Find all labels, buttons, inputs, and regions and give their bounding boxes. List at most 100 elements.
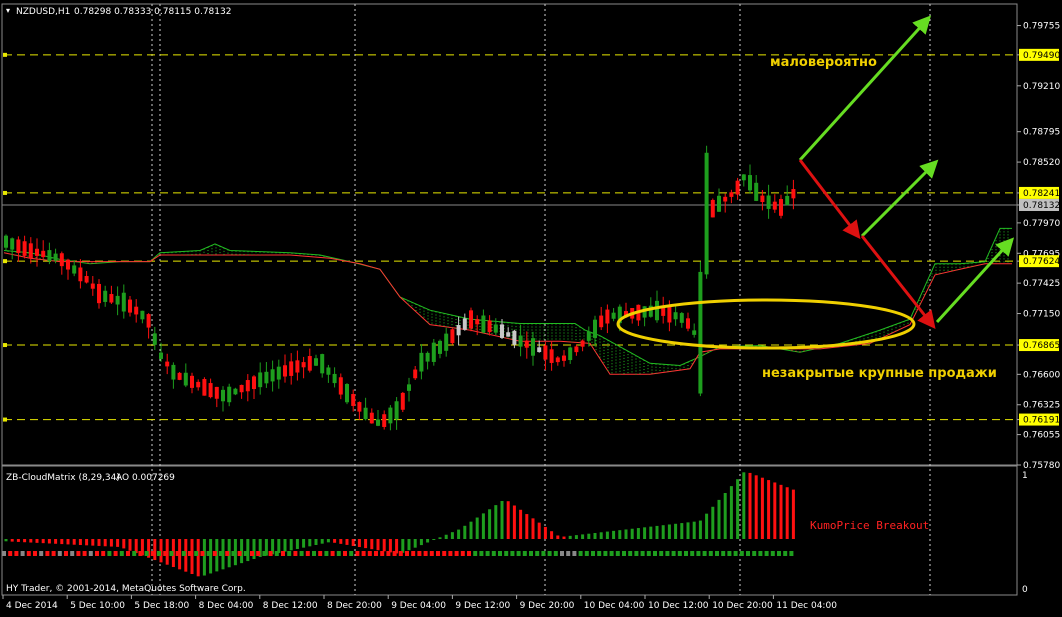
signal-dot	[101, 551, 106, 556]
candle-body	[419, 352, 424, 372]
signal-dot	[2, 551, 6, 556]
histogram-bar	[568, 535, 572, 539]
signal-dot	[566, 551, 571, 556]
price-tick-label: 0.78132	[1023, 201, 1060, 211]
histogram-bar	[10, 539, 14, 542]
signal-dot	[163, 551, 168, 556]
candle-body	[611, 312, 616, 319]
histogram-bar	[432, 539, 436, 540]
signal-dot	[243, 551, 248, 556]
candle-body	[72, 265, 77, 274]
signal-dot	[609, 551, 614, 556]
chart-menu-icon[interactable]: ▾	[6, 6, 10, 15]
histogram-bar	[605, 531, 609, 539]
candle-body	[22, 241, 27, 256]
signal-dot	[144, 551, 149, 556]
signal-dot	[343, 551, 347, 556]
signal-dot	[417, 551, 422, 556]
signal-dot	[479, 551, 484, 556]
histogram-bar	[289, 539, 293, 551]
candle-body	[555, 357, 560, 363]
histogram-bar	[481, 513, 485, 539]
histogram-bar	[419, 539, 423, 546]
candle-body	[568, 347, 573, 361]
candle-body	[314, 358, 318, 366]
candle-body	[586, 331, 591, 341]
signal-dot	[715, 551, 719, 556]
candle-body	[735, 180, 740, 195]
histogram-bar	[66, 539, 70, 545]
candle-body	[326, 367, 331, 375]
candle-body	[283, 365, 287, 377]
signal-dot	[572, 551, 577, 556]
chart-window[interactable]: маловероятно незакрытые крупные продажи …	[0, 0, 1062, 613]
histogram-bar	[41, 539, 45, 544]
histogram-bar	[599, 532, 603, 539]
copyright-text: HY Trader, © 2001-2014, MetaQuotes Softw…	[6, 584, 246, 594]
histogram-bar	[97, 539, 101, 546]
histogram-bar	[543, 526, 547, 539]
histogram-bar	[562, 536, 566, 539]
candle-body	[444, 333, 449, 351]
histogram-bar	[667, 524, 671, 539]
histogram-bar	[4, 539, 8, 542]
signal-dot	[504, 551, 509, 556]
signal-dot	[547, 551, 552, 556]
signal-dot	[349, 551, 354, 556]
price-tick-label: 0.77970	[1023, 219, 1060, 229]
level-handle[interactable]	[3, 259, 7, 264]
histogram-bar	[47, 539, 51, 544]
histogram-bar	[779, 484, 783, 539]
annotation-unlikely: маловероятно	[770, 55, 877, 70]
time-tick-label: 9 Dec 04:00	[391, 601, 446, 611]
histogram-bar	[85, 539, 89, 546]
signal-dot	[460, 551, 465, 556]
histogram-bar	[506, 501, 510, 539]
histogram-bar	[736, 479, 740, 539]
price-tick-label: 0.77425	[1023, 279, 1060, 289]
candle-body	[518, 335, 523, 347]
candle-body	[729, 192, 734, 197]
signal-dot	[194, 551, 199, 556]
level-handle[interactable]	[3, 343, 7, 348]
candle-body	[264, 371, 269, 384]
candle-body	[301, 362, 306, 368]
candle-body	[10, 238, 15, 250]
candle-body	[512, 330, 517, 345]
signal-dot	[225, 551, 230, 556]
candle-body	[270, 369, 275, 382]
price-tick-label: 0.76865	[1023, 341, 1060, 351]
candle-body	[28, 243, 33, 259]
histogram-bar	[103, 539, 107, 547]
candle-body	[748, 175, 752, 191]
histogram-bar	[674, 523, 678, 539]
signal-dot	[119, 551, 124, 556]
histogram-bar	[742, 472, 746, 539]
candle-body	[741, 174, 746, 181]
histogram-bar	[717, 499, 721, 539]
candle-body	[574, 346, 579, 353]
signal-dot	[516, 551, 521, 556]
signal-dot	[274, 551, 279, 556]
signal-dot	[597, 551, 602, 556]
histogram-bar	[512, 505, 516, 539]
signal-dot	[535, 551, 540, 556]
candle-body	[772, 201, 777, 210]
histogram-bar	[655, 525, 659, 539]
price-tick-label: 0.76600	[1023, 370, 1060, 380]
signal-dot	[727, 551, 732, 556]
histogram-bar	[624, 529, 628, 539]
histogram-bar	[23, 539, 27, 543]
candle-body	[134, 306, 139, 315]
signal-dot	[169, 551, 174, 556]
candle-body	[710, 199, 715, 218]
level-handle[interactable]	[3, 52, 7, 57]
indicator-title: ZB-CloudMatrix (8,29,34)	[6, 473, 120, 483]
candle-body	[338, 377, 343, 395]
signal-dot	[584, 551, 589, 556]
histogram-bar	[295, 539, 299, 549]
level-handle[interactable]	[3, 190, 7, 195]
signal-dot	[770, 551, 775, 556]
level-handle[interactable]	[3, 417, 7, 422]
signal-dot	[95, 551, 99, 556]
